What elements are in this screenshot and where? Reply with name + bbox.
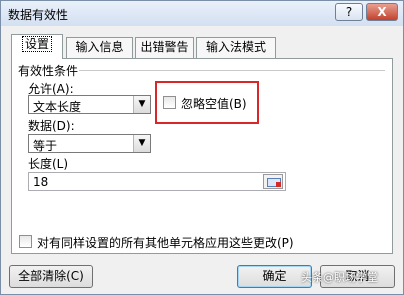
data-select[interactable]: 等于 ▼: [28, 134, 151, 153]
validation-criteria-title: 有效性条件: [18, 64, 79, 78]
length-input[interactable]: 18: [28, 172, 286, 191]
tab-settings[interactable]: 设置: [11, 34, 63, 59]
tab-input-message[interactable]: 输入信息: [66, 37, 133, 58]
data-label: 数据(D):: [28, 119, 75, 133]
watermark: 头条@职场学堂: [301, 271, 378, 284]
ignore-blank-label[interactable]: 忽略空值(B): [181, 95, 247, 112]
apply-all-label[interactable]: 对有同样设置的所有其他单元格应用这些更改(P): [37, 234, 294, 251]
length-label: 长度(L): [28, 157, 69, 171]
group-divider: [79, 70, 385, 71]
close-button[interactable]: X: [366, 3, 398, 21]
help-button[interactable]: ?: [335, 3, 363, 21]
data-select-value: 等于: [33, 139, 58, 153]
range-arrow-glyph: [276, 182, 281, 187]
allow-select-value: 文本长度: [33, 100, 82, 114]
chevron-down-icon[interactable]: ▼: [133, 135, 150, 152]
tab-error-alert[interactable]: 出错警告: [135, 37, 194, 58]
apply-all-checkbox[interactable]: [19, 235, 32, 248]
tab-settings-label: 设置: [21, 36, 52, 52]
ignore-blank-checkbox[interactable]: [163, 96, 176, 109]
range-select-icon[interactable]: [263, 174, 283, 189]
chevron-down-icon[interactable]: ▼: [133, 96, 150, 113]
title-bar[interactable]: 数据有效性 ? X: [1, 1, 403, 26]
tab-ime-mode[interactable]: 输入法模式: [196, 37, 276, 58]
allow-select[interactable]: 文本长度 ▼: [28, 95, 151, 114]
data-validation-dialog: 数据有效性 ? X 设置 输入信息 出错警告 输入法模式 有效性条件 允许(A)…: [0, 0, 404, 295]
length-input-value: 18: [33, 175, 49, 189]
clear-all-button[interactable]: 全部清除(C): [9, 265, 93, 288]
dialog-title: 数据有效性: [8, 8, 69, 22]
